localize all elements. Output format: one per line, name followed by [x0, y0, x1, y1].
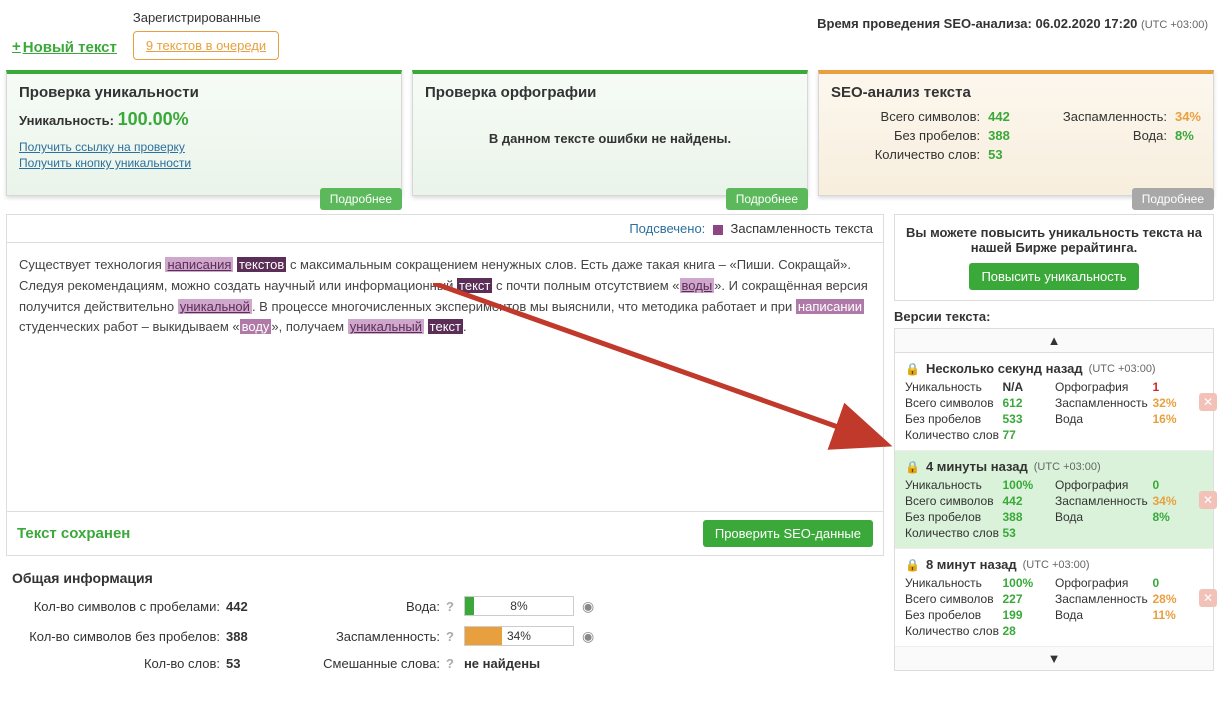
lock-icon: 🔒 [905, 460, 920, 474]
uniqueness-value: 100.00% [118, 109, 189, 129]
promo-rewriting: Вы можете повысить уникальность текста н… [894, 214, 1214, 301]
chevron-down-icon: ▼ [1048, 651, 1061, 666]
panel-spellcheck: Проверка орфографии В данном тексте ошиб… [412, 70, 808, 196]
seo-spam: 34% [1175, 109, 1201, 124]
queue-button[interactable]: 9 текстов в очереди [133, 31, 279, 60]
help-icon[interactable]: ? [446, 629, 454, 644]
analyzed-text: Существует технология написания текстов … [6, 242, 884, 512]
toggle-highlight-icon[interactable]: ◉ [582, 628, 594, 645]
spam-swatch-icon [713, 225, 723, 235]
panel-uniqueness: Проверка уникальности Уникальность: 100.… [6, 70, 402, 196]
new-text-link[interactable]: + Новый текст [12, 38, 117, 56]
lock-icon: 🔒 [905, 558, 920, 572]
chars-no-spaces: 388 [226, 629, 276, 644]
more-button[interactable]: Подробнее [1132, 188, 1214, 210]
mixed-words-value: не найдены [464, 656, 540, 671]
delete-version-button[interactable]: ✕ [1199, 491, 1217, 509]
seo-analysis-time: Время проведения SEO-анализа: 06.02.2020… [817, 10, 1208, 31]
general-info-title: Общая информация [12, 570, 884, 586]
version-item[interactable]: 🔒8 минут назад (UTC +03:00)Уникальность1… [895, 549, 1213, 647]
panel-seo: SEO-анализ текста Всего символов: 442 За… [818, 70, 1214, 196]
panel-title: Проверка уникальности [19, 84, 389, 101]
help-icon[interactable]: ? [446, 599, 454, 614]
plus-icon: + [12, 38, 21, 56]
water-bar: 8% [464, 596, 574, 616]
version-item[interactable]: 🔒4 минуты назад (UTC +03:00)Уникальность… [895, 451, 1213, 549]
get-check-link[interactable]: Получить ссылку на проверку [19, 140, 389, 154]
promo-button[interactable]: Повысить уникальность [969, 263, 1138, 290]
chevron-up-icon: ▲ [1048, 333, 1061, 348]
lock-icon: 🔒 [905, 362, 920, 376]
panel-title: SEO-анализ текста [831, 84, 1201, 101]
seo-chars: 442 [988, 109, 1010, 124]
check-seo-button[interactable]: Проверить SEO-данные [703, 520, 873, 547]
more-button[interactable]: Подробнее [726, 188, 808, 210]
annotation-arrow [433, 283, 893, 503]
spellcheck-no-errors: В данном тексте ошибки не найдены. [425, 131, 795, 146]
text-saved-status: Текст сохранен [17, 525, 130, 542]
versions-up-button[interactable]: ▲ [894, 328, 1214, 353]
registered-label: Зарегистрированные [133, 10, 261, 25]
get-uniq-button[interactable]: Получить кнопку уникальности [19, 156, 389, 170]
panel-title: Проверка орфографии [425, 84, 795, 101]
new-text-label: Новый текст [23, 39, 117, 56]
versions-title: Версии текста: [894, 309, 1214, 324]
versions-down-button[interactable]: ▼ [894, 647, 1214, 671]
version-item[interactable]: 🔒Несколько секунд назад (UTC +03:00)Уник… [895, 353, 1213, 451]
delete-version-button[interactable]: ✕ [1199, 589, 1217, 607]
more-button[interactable]: Подробнее [320, 188, 402, 210]
word-count: 53 [226, 656, 276, 671]
toggle-highlight-icon[interactable]: ◉ [582, 598, 594, 615]
delete-version-button[interactable]: ✕ [1199, 393, 1217, 411]
seo-words: 53 [988, 147, 1010, 162]
spam-bar: 34% [464, 626, 574, 646]
seo-water: 8% [1175, 128, 1201, 143]
chars-with-spaces: 442 [226, 599, 276, 614]
help-icon[interactable]: ? [446, 656, 454, 671]
seo-nospaces: 388 [988, 128, 1010, 143]
highlight-legend: Подсвечено: Заспамленность текста [6, 214, 884, 242]
